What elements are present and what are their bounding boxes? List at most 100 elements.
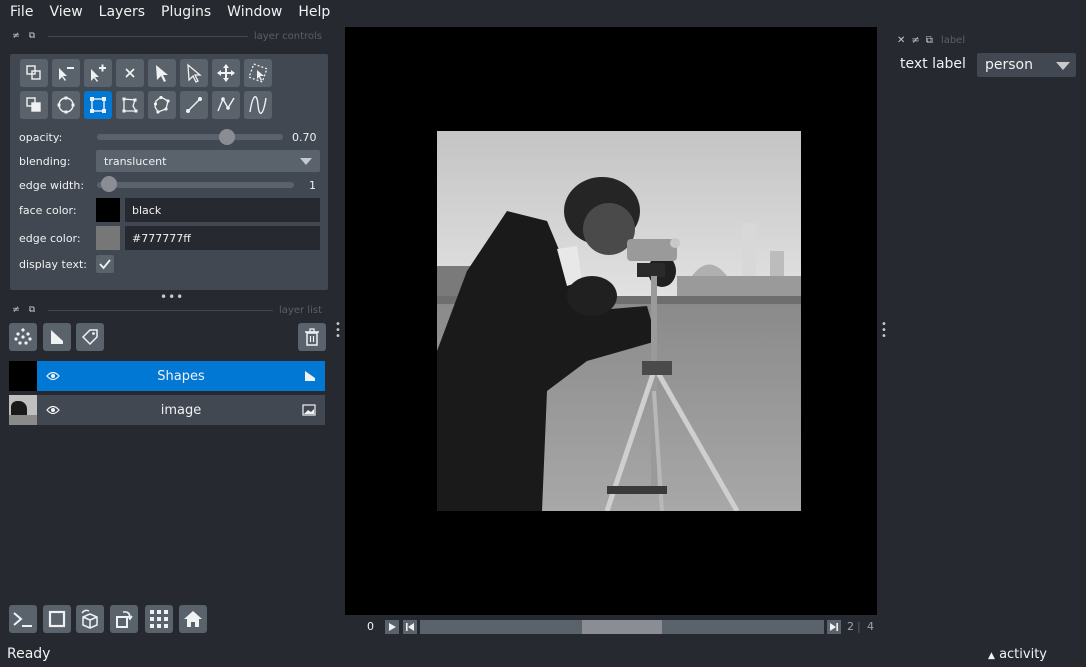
polyline-button[interactable]	[244, 91, 272, 119]
move-front-button[interactable]	[20, 91, 48, 119]
splitter-vertical-icon[interactable]: • • •	[881, 320, 887, 342]
console-button[interactable]	[9, 605, 37, 633]
layer-thumbnail	[9, 361, 37, 391]
menu-file[interactable]: File	[2, 4, 41, 20]
polygon-lasso-button[interactable]	[148, 91, 176, 119]
polyline-icon	[249, 96, 267, 114]
path-button[interactable]	[212, 91, 240, 119]
divider	[48, 309, 274, 311]
square-icon	[48, 610, 66, 628]
activity-button[interactable]: ▲ activity	[988, 647, 1047, 662]
layer-name[interactable]: Shapes	[37, 369, 325, 384]
transform-icon	[248, 63, 268, 83]
frame-position[interactable]: 2	[847, 620, 854, 633]
roll-dims-button[interactable]	[76, 605, 104, 633]
ellipse-button[interactable]	[52, 91, 80, 119]
menu-window[interactable]: Window	[219, 4, 290, 20]
remove-vertex-button[interactable]	[52, 59, 80, 87]
display-text-checkbox[interactable]	[96, 255, 114, 273]
face-color-label: face color:	[19, 204, 77, 217]
face-color-swatch[interactable]	[96, 198, 120, 222]
edge-width-slider[interactable]	[97, 182, 294, 188]
polygon-button[interactable]	[116, 91, 144, 119]
rectangle-button[interactable]	[84, 91, 112, 119]
direct-select-button[interactable]	[180, 59, 208, 87]
close-dock-icon[interactable]: ⧉	[26, 30, 38, 42]
transpose-dims-button[interactable]	[110, 605, 138, 633]
divider	[48, 35, 248, 37]
float-icon[interactable]: ≠	[10, 30, 22, 42]
menu-plugins[interactable]: Plugins	[153, 4, 219, 20]
chevron-down-icon	[1056, 62, 1070, 70]
edge-color-input[interactable]: #777777ff	[125, 226, 320, 250]
new-labels-layer-button[interactable]	[76, 323, 104, 351]
menu-view[interactable]: View	[41, 4, 90, 20]
activity-label: activity	[999, 647, 1047, 662]
grid-view-button[interactable]	[145, 605, 173, 633]
edge-color-swatch[interactable]	[96, 226, 120, 250]
splitter-vertical-icon[interactable]: • • •	[335, 320, 341, 342]
dims-slider-track[interactable]	[420, 620, 824, 634]
label-dock-title-bar: ✕ ≠ ⧉ label	[897, 33, 977, 47]
opacity-label: opacity:	[19, 131, 63, 144]
opacity-slider[interactable]	[97, 134, 283, 140]
layer-item-body[interactable]: image	[37, 395, 325, 425]
move-front-icon	[26, 97, 41, 112]
add-vertex-icon	[91, 64, 106, 82]
move-back-icon	[26, 65, 41, 80]
ndisplay-button[interactable]	[43, 605, 71, 633]
undock-icon[interactable]: ⧉	[926, 35, 933, 46]
layer-controls-panel: opacity: 0.70 blending: translucent edge…	[10, 54, 328, 290]
delete-shape-button[interactable]	[116, 59, 144, 87]
pan-zoom-button[interactable]	[212, 59, 240, 87]
layer-row-shapes[interactable]: Shapes	[9, 361, 325, 391]
dims-slider: 0 2 | 4	[345, 616, 877, 638]
delete-layer-button[interactable]	[298, 323, 326, 351]
move-back-button[interactable]	[20, 59, 48, 87]
shapes-layer-icon	[305, 371, 315, 381]
edge-width-value: 1	[309, 179, 316, 192]
close-dock-icon[interactable]: ⧉	[26, 304, 38, 316]
float-icon[interactable]: ≠	[911, 35, 919, 46]
terminal-icon	[13, 612, 32, 627]
new-shapes-layer-button[interactable]	[43, 323, 71, 351]
layer-controls-title-bar: ≠ ⧉ layer controls	[10, 29, 328, 43]
step-forward-icon	[830, 623, 838, 631]
layer-name[interactable]: image	[37, 403, 325, 418]
layer-controls-title: layer controls	[253, 30, 322, 42]
menu-layers[interactable]: Layers	[91, 4, 153, 20]
cube-roll-icon	[81, 609, 98, 629]
float-icon[interactable]: ≠	[10, 304, 22, 316]
step-back-button[interactable]	[403, 620, 417, 634]
line-icon	[186, 97, 202, 113]
splitter-handle-icon[interactable]: •••	[160, 290, 184, 304]
layer-row-image[interactable]: image	[9, 395, 325, 425]
step-forward-button[interactable]	[827, 620, 841, 634]
display-text-label: display text:	[19, 258, 87, 271]
label-dock-title: label	[940, 34, 966, 46]
new-points-layer-button[interactable]	[9, 323, 37, 351]
polygon-icon	[122, 97, 138, 113]
menu-help[interactable]: Help	[290, 4, 338, 20]
frame-current[interactable]: 0	[367, 620, 374, 633]
transform-button[interactable]	[244, 59, 272, 87]
edge-color-label: edge color:	[19, 232, 81, 245]
edge-width-label: edge width:	[19, 179, 85, 192]
select-button[interactable]	[148, 59, 176, 87]
play-button[interactable]	[385, 620, 399, 634]
close-icon[interactable]: ✕	[897, 35, 905, 46]
home-button[interactable]	[179, 605, 207, 633]
dims-slider-handle[interactable]	[582, 620, 662, 634]
blending-select[interactable]: translucent	[96, 150, 320, 172]
cameraman-image[interactable]	[437, 131, 801, 511]
layer-item-body[interactable]: Shapes	[37, 361, 325, 391]
caret-up-icon: ▲	[988, 651, 995, 661]
add-vertex-button[interactable]	[84, 59, 112, 87]
cameraman-photo	[437, 131, 801, 511]
line-button[interactable]	[180, 91, 208, 119]
text-label-select[interactable]: person	[977, 53, 1076, 77]
opacity-slider-handle[interactable]	[219, 129, 236, 145]
edge-width-slider-handle[interactable]	[101, 176, 117, 192]
face-color-input[interactable]: black	[125, 198, 320, 222]
ellipse-icon	[57, 96, 75, 114]
